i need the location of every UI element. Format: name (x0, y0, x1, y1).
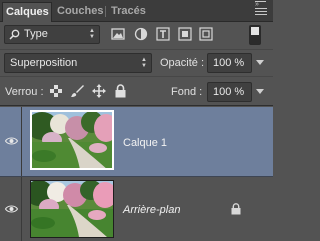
smart-object-filter-icon[interactable] (199, 27, 213, 41)
blend-mode-value: Superposition (10, 57, 78, 69)
visibility-toggle[interactable] (0, 177, 22, 241)
filter-kind-label: Type (24, 28, 48, 40)
lock-transparent-pixels-icon[interactable] (50, 85, 62, 97)
fill-input[interactable]: 100 % (207, 82, 252, 102)
text-filter-icon[interactable] (156, 27, 170, 41)
layer-name[interactable]: Calque 1 (123, 137, 167, 149)
visibility-toggle[interactable] (0, 107, 22, 176)
fill-label[interactable]: Fond : (171, 86, 202, 98)
eye-icon[interactable] (5, 137, 18, 145)
layer-lock-icon (231, 203, 241, 215)
filter-kind-dropdown[interactable]: Type ▲ ▼ (4, 25, 100, 44)
garden-photo-thumbnail (31, 181, 113, 237)
opacity-label[interactable]: Opacité : (160, 57, 204, 69)
lock-row: Verrou : Fond : 100 % (0, 76, 273, 106)
lock-label: Verrou : (5, 86, 44, 98)
blend-row: Superposition ▲ ▼ Opacité : 100 % (0, 49, 273, 76)
layer-row-arriere-plan[interactable]: Arrière-plan (0, 177, 273, 241)
eye-icon[interactable] (5, 205, 18, 213)
collapse-arrows-icon: » (255, 1, 266, 8)
layer-thumbnail[interactable] (30, 180, 114, 238)
tab-calques[interactable]: Calques (2, 2, 52, 22)
opacity-chevron-down-icon[interactable] (256, 60, 264, 65)
layer-row-calque-1[interactable]: Calque 1 (0, 107, 273, 177)
panel-tab-bar: Calques Couches Tracés » (0, 0, 273, 22)
search-icon (9, 29, 20, 40)
lock-image-pixels-icon[interactable] (70, 84, 84, 98)
panel-menu-button[interactable]: » (255, 1, 267, 16)
dropdown-arrows-icon: ▲ ▼ (89, 28, 95, 40)
filter-toggle-switch[interactable] (249, 25, 261, 45)
image-filter-icon[interactable] (111, 27, 125, 41)
layer-thumbnail[interactable] (30, 110, 114, 170)
tab-traces[interactable]: Tracés (108, 2, 148, 22)
lock-all-icon[interactable] (115, 84, 126, 98)
adjustment-filter-icon[interactable] (134, 27, 148, 41)
tab-separator (105, 6, 106, 17)
tab-couches[interactable]: Couches (54, 2, 106, 22)
layer-name[interactable]: Arrière-plan (123, 204, 180, 216)
shape-filter-icon[interactable] (178, 27, 192, 41)
filter-row: Type ▲ ▼ (0, 22, 273, 48)
dropdown-arrows-icon: ▲ ▼ (141, 57, 147, 69)
blend-mode-dropdown[interactable]: Superposition ▲ ▼ (4, 53, 152, 73)
fill-chevron-down-icon[interactable] (256, 89, 264, 94)
opacity-input[interactable]: 100 % (207, 53, 252, 73)
lock-position-icon[interactable] (92, 84, 106, 98)
garden-photo-thumbnail (32, 112, 112, 168)
